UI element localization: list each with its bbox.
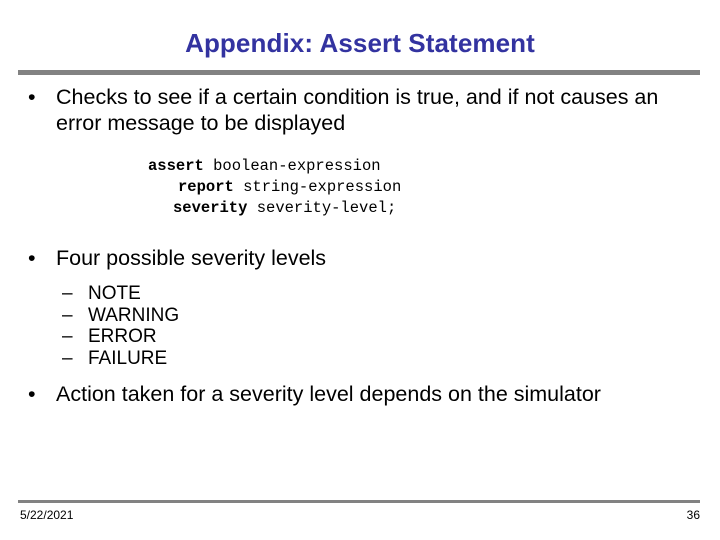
spacer-after-code [0, 219, 720, 245]
page-title: Appendix: Assert Statement [185, 28, 535, 58]
list-item-error: – ERROR [0, 326, 720, 348]
code-line-report: report string-expression [0, 177, 720, 198]
severity-level-list: – NOTE – WARNING – ERROR – FAILURE [0, 283, 720, 369]
list-item-warning: – WARNING [0, 305, 720, 327]
bullet-text-checks: Checks to see if a certain condition is … [56, 85, 659, 135]
title-divider [18, 70, 700, 75]
code-keyword-assert: assert [148, 157, 204, 175]
footer-page-number: 36 [686, 508, 700, 522]
bullet-item-severity-levels: • Four possible severity levels [0, 245, 720, 271]
bullet-marker-icon: • [28, 382, 36, 406]
dash-marker-icon: – [62, 347, 73, 369]
code-operand-assert: boolean-expression [203, 157, 381, 175]
code-keyword-severity: severity [173, 199, 248, 217]
dash-marker-icon: – [62, 304, 73, 326]
bullet-text-action-taken: Action taken for a severity level depend… [56, 382, 601, 406]
list-item-label: WARNING [88, 304, 180, 326]
code-line-assert: assert boolean-expression [0, 156, 720, 177]
slide-body: • Checks to see if a certain condition i… [0, 84, 720, 407]
code-keyword-report: report [178, 178, 234, 196]
code-line-severity: severity severity-level; [0, 198, 720, 219]
list-item-label: ERROR [88, 326, 157, 347]
code-operand-report: string-expression [233, 178, 402, 196]
code-block-assert-syntax: assert boolean-expression report string-… [0, 156, 720, 219]
slide: Appendix: Assert Statement • Checks to s… [0, 0, 720, 540]
spacer-before-code [0, 136, 720, 156]
list-item-failure: – FAILURE [0, 348, 720, 370]
list-item-label: FAILURE [88, 347, 168, 369]
dash-marker-icon: – [62, 283, 73, 304]
footer-divider [18, 500, 700, 503]
list-item-note: – NOTE [0, 283, 720, 305]
spacer-before-sublist [0, 271, 720, 283]
bullet-item-action-taken: • Action taken for a severity level depe… [0, 381, 720, 407]
bullet-text-severity-levels: Four possible severity levels [56, 246, 327, 270]
dash-marker-icon: – [62, 326, 73, 347]
footer-date: 5/22/2021 [20, 508, 74, 522]
spacer-before-last-bullet [0, 369, 720, 381]
list-item-label: NOTE [88, 283, 141, 304]
bullet-marker-icon: • [28, 246, 36, 270]
code-operand-severity: severity-level; [247, 199, 397, 217]
bullet-item-checks: • Checks to see if a certain condition i… [0, 84, 720, 136]
bullet-marker-icon: • [28, 85, 36, 109]
